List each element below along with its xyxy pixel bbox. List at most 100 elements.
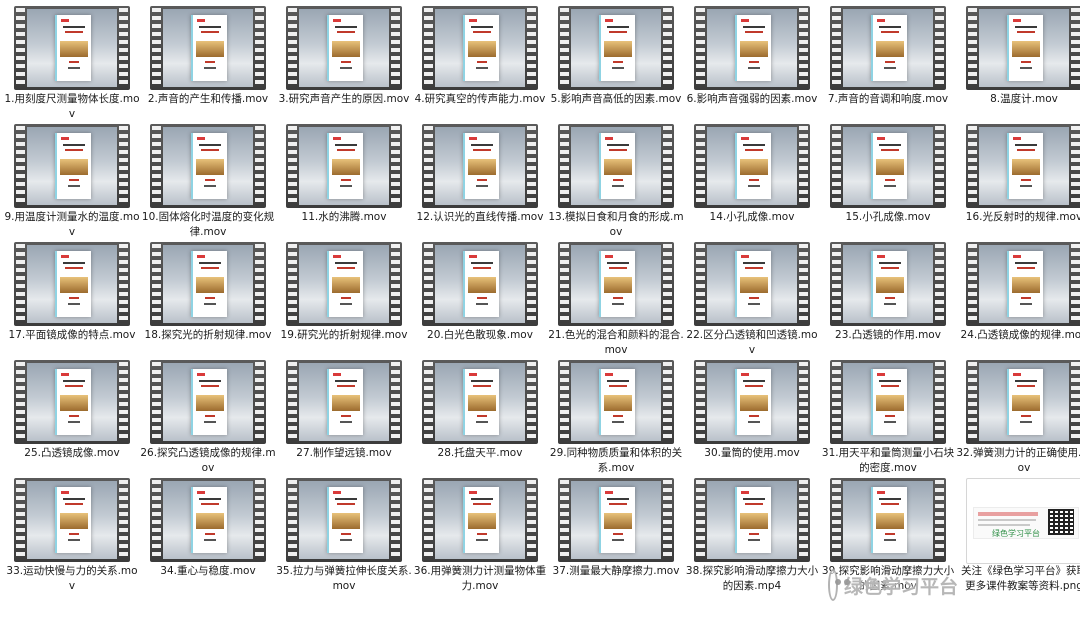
video-thumbnail <box>422 6 538 90</box>
file-item[interactable]: 13.模拟日食和月食的形成.mov <box>548 124 684 242</box>
video-frame <box>27 127 117 205</box>
file-name: 19.研究光的折射规律.mov <box>280 329 408 341</box>
file-item[interactable]: 15.小孔成像.mov <box>820 124 956 242</box>
file-item[interactable]: 33.运动快慢与力的关系.mov <box>4 478 140 596</box>
file-item[interactable]: 36.用弹簧测力计测量物体重力.mov <box>412 478 548 596</box>
file-name: 5.影响声音高低的因素.mov <box>550 93 682 105</box>
file-name: 21.色光的混合和颜料的混合.mov <box>548 329 684 356</box>
file-item[interactable]: 23.凸透镜的作用.mov <box>820 242 956 360</box>
file-item[interactable]: 17.平面镜成像的特点.mov <box>4 242 140 360</box>
video-thumbnail <box>14 124 130 208</box>
file-item[interactable]: 10.固体熔化时温度的变化规律.mov <box>140 124 276 242</box>
file-item[interactable]: 8.温度计.mov <box>956 6 1080 124</box>
video-frame <box>435 363 525 441</box>
book-cover-icon <box>1007 15 1043 81</box>
video-frame <box>571 481 661 559</box>
file-item[interactable]: 7.声音的音调和响度.mov <box>820 6 956 124</box>
file-name: 36.用弹簧测力计测量物体重力.mov <box>413 565 547 592</box>
file-name: 2.声音的产生和传播.mov <box>147 93 269 105</box>
file-item[interactable]: 19.研究光的折射规律.mov <box>276 242 412 360</box>
book-cover-icon <box>599 251 635 317</box>
book-cover-icon <box>1007 251 1043 317</box>
file-item[interactable]: 27.制作望远镜.mov <box>276 360 412 478</box>
file-name: 7.声音的音调和响度.mov <box>827 93 949 105</box>
file-item[interactable]: 14.小孔成像.mov <box>684 124 820 242</box>
video-frame <box>571 127 661 205</box>
video-frame <box>707 481 797 559</box>
file-item[interactable]: 22.区分凸透镜和凹透镜.mov <box>684 242 820 360</box>
video-frame <box>435 127 525 205</box>
file-item[interactable]: 3.研究声音产生的原因.mov <box>276 6 412 124</box>
file-name: 31.用天平和量筒测量小石块的密度.mov <box>821 447 955 474</box>
file-item[interactable]: 31.用天平和量筒测量小石块的密度.mov <box>820 360 956 478</box>
file-item[interactable]: 28.托盘天平.mov <box>412 360 548 478</box>
file-item[interactable]: 34.重心与稳度.mov <box>140 478 276 596</box>
file-item[interactable]: 6.影响声音强弱的因素.mov <box>684 6 820 124</box>
file-name: 8.温度计.mov <box>990 93 1058 105</box>
image-thumbnail: 绿色学习平台 <box>966 478 1080 564</box>
video-frame <box>27 245 117 323</box>
video-thumbnail <box>150 124 266 208</box>
book-cover-icon <box>463 251 499 317</box>
file-item[interactable]: 32.弹簧测力计的正确使用.mov <box>956 360 1080 478</box>
file-item[interactable]: 20.白光色散现象.mov <box>412 242 548 360</box>
video-frame <box>707 363 797 441</box>
video-frame <box>299 481 389 559</box>
file-item[interactable]: 30.量筒的使用.mov <box>684 360 820 478</box>
file-item[interactable]: 5.影响声音高低的因素.mov <box>548 6 684 124</box>
file-item[interactable]: 16.光反射时的规律.mov <box>956 124 1080 242</box>
file-item[interactable]: 39.探究影响滑动摩擦力大小的因素.mov <box>820 478 956 596</box>
video-thumbnail <box>558 6 674 90</box>
file-item[interactable]: 26.探究凸透镜成像的规律.mov <box>140 360 276 478</box>
video-thumbnail <box>286 360 402 444</box>
file-item[interactable]: 25.凸透镜成像.mov <box>4 360 140 478</box>
book-cover-icon <box>55 15 91 81</box>
video-thumbnail <box>422 242 538 326</box>
video-frame <box>979 245 1069 323</box>
video-thumbnail <box>694 124 810 208</box>
file-name: 22.区分凸透镜和凹透镜.mov <box>686 329 818 356</box>
book-cover-icon <box>871 133 907 199</box>
file-item[interactable]: 1.用刻度尺测量物体长度.mov <box>4 6 140 124</box>
file-name: 1.用刻度尺测量物体长度.mov <box>4 93 140 120</box>
book-cover-icon <box>327 487 363 553</box>
file-item[interactable]: 9.用温度计测量水的温度.mov <box>4 124 140 242</box>
file-item[interactable]: 29.同种物质质量和体积的关系.mov <box>548 360 684 478</box>
book-cover-icon <box>735 251 771 317</box>
file-item[interactable]: 38.探究影响滑动摩擦力大小的因素.mp4 <box>684 478 820 596</box>
video-frame <box>27 481 117 559</box>
book-cover-icon <box>1007 133 1043 199</box>
file-item[interactable]: 37.测量最大静摩擦力.mov <box>548 478 684 596</box>
book-cover-icon <box>55 369 91 435</box>
video-thumbnail <box>286 6 402 90</box>
video-thumbnail <box>830 6 946 90</box>
video-thumbnail <box>422 478 538 562</box>
file-item[interactable]: 12.认识光的直线传播.mov <box>412 124 548 242</box>
video-thumbnail <box>830 360 946 444</box>
book-cover-icon <box>871 251 907 317</box>
file-item[interactable]: 21.色光的混合和颜料的混合.mov <box>548 242 684 360</box>
file-grid: 1.用刻度尺测量物体长度.mov 2.声音的产生和传播.mov 3.研究声音产生的原… <box>4 6 1080 596</box>
video-thumbnail <box>694 242 810 326</box>
video-frame <box>707 127 797 205</box>
file-item[interactable]: 18.探究光的折射规律.mov <box>140 242 276 360</box>
video-frame <box>163 363 253 441</box>
file-name: 25.凸透镜成像.mov <box>24 447 120 459</box>
video-frame <box>843 481 933 559</box>
file-name: 11.水的沸腾.mov <box>301 211 387 223</box>
file-item[interactable]: 2.声音的产生和传播.mov <box>140 6 276 124</box>
video-frame <box>163 9 253 87</box>
file-item[interactable]: 24.凸透镜成像的规律.mov <box>956 242 1080 360</box>
video-frame <box>571 245 661 323</box>
file-item[interactable]: 35.拉力与弹簧拉伸长度关系.mov <box>276 478 412 596</box>
video-frame <box>163 481 253 559</box>
file-item[interactable]: 4.研究真空的传声能力.mov <box>412 6 548 124</box>
file-item[interactable]: 11.水的沸腾.mov <box>276 124 412 242</box>
book-cover-icon <box>327 15 363 81</box>
file-item[interactable]: 绿色学习平台 关注《绿色学习平台》获取更多课件教案等资料.png <box>956 478 1080 596</box>
book-cover-icon <box>463 487 499 553</box>
file-name: 17.平面镜成像的特点.mov <box>8 329 136 341</box>
file-name: 关注《绿色学习平台》获取更多课件教案等资料.png <box>961 565 1080 592</box>
qr-code-icon <box>1048 509 1074 535</box>
video-thumbnail <box>694 478 810 562</box>
